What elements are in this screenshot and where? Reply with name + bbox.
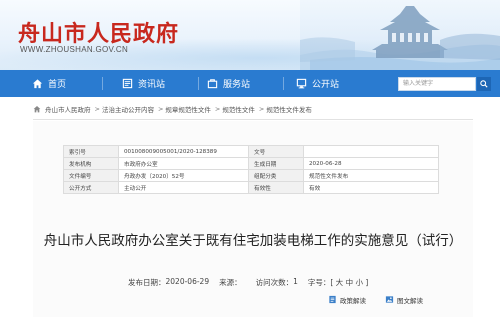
breadcrumb-item[interactable]: 法治主动公开内容 — [102, 104, 154, 114]
breadcrumb-item[interactable]: 规章规范性文件 — [165, 104, 211, 114]
nav-divider — [198, 77, 199, 90]
graphic-interpretation-link[interactable]: 图文解读 — [385, 293, 423, 306]
search-icon — [480, 80, 488, 88]
disclosure-icon — [296, 78, 307, 89]
source-label: 来源： — [219, 278, 242, 287]
policy-interpretation-label: 政策解读 — [340, 296, 366, 305]
meta-key: 文号 — [248, 145, 304, 158]
policy-interpretation-link[interactable]: 政策解读 — [328, 293, 366, 306]
meta-key: 索引号 — [63, 145, 119, 158]
nav-home[interactable]: 首页 — [32, 70, 66, 97]
nav-divider — [102, 77, 103, 90]
breadcrumb-separator: > — [157, 105, 164, 113]
meta-value: 主动公开 — [118, 181, 249, 194]
site-header: 舟山市人民政府 WWW.ZHOUSHAN.GOV.CN — [0, 0, 500, 70]
table-row: 文件编号 舟政办发〔2020〕52号 组配分类 规范性文件发布 — [63, 169, 439, 182]
breadcrumb-item[interactable]: 舟山市人民政府 — [45, 104, 91, 114]
meta-key: 有效性 — [248, 181, 304, 194]
meta-key: 文件编号 — [63, 169, 119, 182]
home-icon — [33, 106, 41, 113]
meta-value: 市政府办公室 — [118, 157, 249, 170]
breadcrumb-separator: > — [214, 105, 221, 113]
breadcrumb: 舟山市人民政府 > 法治主动公开内容 > 规章规范性文件 > 规范性文件 > 规… — [33, 103, 314, 115]
font-size-switcher[interactable]: [ 大 中 小 ] — [330, 277, 368, 288]
document-meta-table: 索引号 001008009005001/2020-128389 文号 发布机构 … — [63, 145, 439, 194]
search-button[interactable] — [477, 77, 491, 91]
nav-disclosure[interactable]: 公开站 — [296, 70, 339, 97]
site-title: 舟山市人民政府 — [18, 21, 180, 47]
breadcrumb-separator: > — [94, 105, 100, 113]
meta-key: 组配分类 — [248, 169, 304, 182]
image-icon — [385, 296, 394, 303]
graphic-interpretation-label: 图文解读 — [397, 296, 423, 305]
news-icon — [122, 78, 133, 89]
table-row: 公开方式 主动公开 有效性 有效 — [63, 181, 439, 194]
document-icon — [329, 295, 336, 304]
visits-label: 访问次数： — [255, 278, 294, 287]
breadcrumb-divider — [33, 119, 473, 120]
meta-value: 001008009005001/2020-128389 — [118, 145, 249, 158]
nav-service[interactable]: 服务站 — [207, 70, 250, 97]
article-panel: 索引号 001008009005001/2020-128389 文号 发布机构 … — [33, 121, 473, 317]
meta-key: 生成日期 — [248, 157, 304, 170]
nav-service-label: 服务站 — [223, 80, 251, 90]
nav-divider — [283, 77, 284, 90]
visits-count: 1 — [293, 277, 298, 286]
meta-value: 有效 — [303, 181, 439, 194]
home-icon — [32, 79, 43, 89]
meta-value — [303, 145, 439, 158]
nav-news-label: 资讯站 — [138, 80, 166, 90]
meta-value: 规范性文件发布 — [303, 169, 439, 182]
pub-date-label: 发布日期： — [128, 278, 166, 287]
service-icon — [207, 79, 218, 89]
publication-info: 发布日期： 2020-06-29 来源： 访问次数： 1 字号： [ 大 中 小… — [128, 277, 372, 288]
meta-key: 发布机构 — [63, 157, 119, 170]
pavilion-illustration — [300, 0, 500, 70]
table-row: 发布机构 市政府办公室 生成日期 2020-06-28 — [63, 157, 439, 170]
breadcrumb-item[interactable]: 规范性文件发布 — [266, 104, 312, 114]
search-input[interactable]: 输入关键字 — [398, 77, 476, 91]
pub-date: 2020-06-29 — [165, 277, 210, 286]
meta-key: 公开方式 — [63, 181, 119, 194]
breadcrumb-separator: > — [258, 105, 265, 113]
breadcrumb-item[interactable]: 规范性文件 — [222, 104, 255, 114]
table-row: 索引号 001008009005001/2020-128389 文号 — [63, 145, 439, 158]
font-size-label: 字号： — [307, 278, 331, 287]
nav-disclosure-label: 公开站 — [312, 80, 340, 90]
article-title: 舟山市人民政府办公室关于既有住宅加装电梯工作的实施意见（试行） — [43, 233, 463, 249]
meta-value: 舟政办发〔2020〕52号 — [118, 169, 249, 182]
nav-news[interactable]: 资讯站 — [122, 70, 165, 97]
meta-value: 2020-06-28 — [303, 157, 439, 170]
site-url: WWW.ZHOUSHAN.GOV.CN — [20, 45, 129, 54]
nav-home-label: 首页 — [48, 80, 67, 90]
